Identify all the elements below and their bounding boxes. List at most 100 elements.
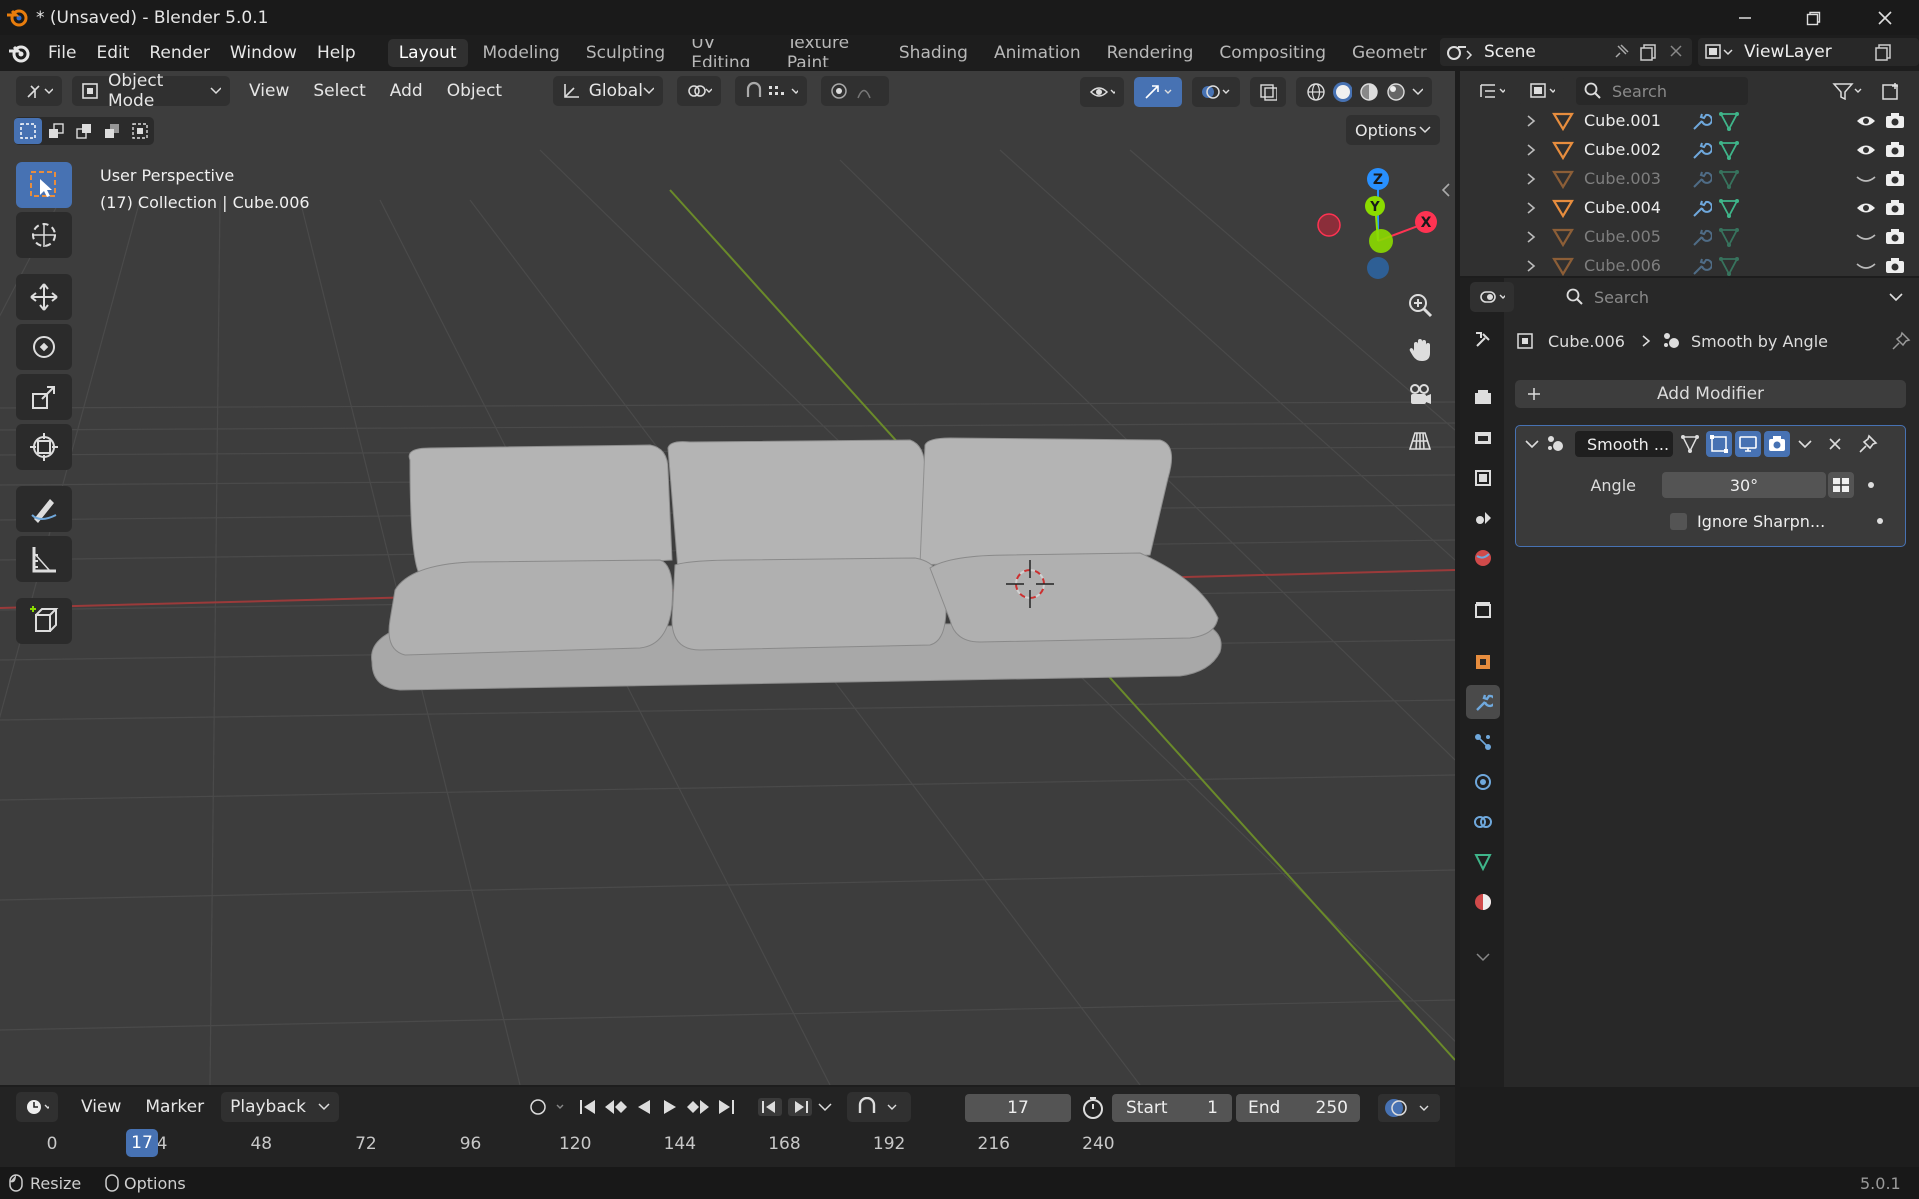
tab-texture-paint[interactable]: Texture Paint	[776, 39, 884, 67]
new-collection-icon[interactable]	[1871, 76, 1911, 106]
expand-arrow-icon[interactable]	[1526, 230, 1536, 244]
solid-shading-icon[interactable]	[1332, 81, 1353, 103]
select-intersect-icon[interactable]	[126, 122, 154, 140]
modifier-wrench-icon[interactable]	[1690, 198, 1712, 218]
visibility-selector[interactable]	[1080, 77, 1124, 107]
modifier-wrench-icon[interactable]	[1690, 169, 1712, 189]
render-camera-icon[interactable]	[1764, 431, 1790, 457]
move-tool[interactable]	[16, 274, 72, 320]
tab-sculpting[interactable]: Sculpting	[575, 39, 676, 67]
viewport-menu-view[interactable]: View	[240, 76, 298, 106]
menu-help[interactable]: Help	[307, 43, 366, 63]
realtime-display-icon[interactable]	[1735, 431, 1761, 457]
particles-tab-icon[interactable]	[1466, 725, 1500, 759]
menu-render[interactable]: Render	[139, 43, 220, 63]
camera-view-icon[interactable]	[1400, 375, 1440, 415]
tab-modeling[interactable]: Modeling	[472, 39, 571, 67]
select-subtract-icon[interactable]	[70, 122, 98, 140]
options-dropdown[interactable]: Options	[1346, 115, 1440, 145]
outliner-editor-type[interactable]	[1470, 76, 1514, 106]
expand-arrow-icon[interactable]	[1526, 201, 1536, 215]
physics-tab-icon[interactable]	[1466, 765, 1500, 799]
keyframe-dot-icon[interactable]	[1877, 518, 1883, 524]
outliner-search-input[interactable]: Search	[1576, 77, 1748, 105]
outliner-item[interactable]: Cube.005	[1460, 222, 1919, 251]
expand-arrow-icon[interactable]	[1526, 172, 1536, 186]
collection-tab-icon[interactable]	[1466, 593, 1500, 627]
camera-render-icon[interactable]	[1885, 257, 1905, 275]
mesh-data-icon[interactable]	[1718, 256, 1740, 276]
ignore-sharpness-checkbox[interactable]	[1670, 512, 1687, 530]
eye-closed-icon[interactable]	[1855, 229, 1877, 245]
3d-viewport[interactable]	[0, 71, 1455, 1085]
camera-render-icon[interactable]	[1885, 199, 1905, 217]
add-cube-tool[interactable]	[16, 598, 72, 644]
on-cage-icon[interactable]	[1677, 431, 1703, 457]
start-frame-field[interactable]: Start 1	[1112, 1094, 1232, 1122]
select-difference-icon[interactable]	[98, 122, 126, 140]
collapse-chevron-icon[interactable]	[1525, 439, 1539, 449]
auto-keying-toggle[interactable]	[529, 1098, 569, 1116]
modifier-wrench-icon[interactable]	[1690, 111, 1712, 131]
pin-icon[interactable]	[1891, 331, 1911, 351]
jump-start-icon[interactable]	[577, 1097, 599, 1117]
eye-closed-icon[interactable]	[1855, 171, 1877, 187]
zoom-icon[interactable]	[1400, 285, 1440, 325]
scene-selector[interactable]: Scene	[1440, 38, 1692, 66]
chevron-down-icon[interactable]	[1889, 292, 1903, 302]
editor-type-menu[interactable]	[16, 76, 62, 106]
end-frame-field[interactable]: End 250	[1236, 1094, 1360, 1122]
data-tab-icon[interactable]	[1466, 845, 1500, 879]
node-socket-icon[interactable]	[1828, 472, 1854, 498]
navigation-gizmo[interactable]: Z X Y	[1310, 163, 1440, 293]
viewport-menu-add[interactable]: Add	[381, 76, 432, 106]
edit-mode-icon[interactable]	[1706, 431, 1732, 457]
keyframe-dot-icon[interactable]	[1868, 482, 1874, 488]
mesh-data-icon[interactable]	[1718, 111, 1740, 131]
pin-icon[interactable]	[1858, 434, 1878, 454]
tab-rendering[interactable]: Rendering	[1096, 39, 1205, 67]
transform-orientation-selector[interactable]: Global	[553, 76, 664, 106]
timeline-menu-playback[interactable]: Playback	[221, 1092, 339, 1122]
tool-tab-icon[interactable]	[1466, 323, 1500, 357]
display-mode-selector[interactable]	[1520, 76, 1564, 106]
tab-compositing[interactable]: Compositing	[1208, 39, 1337, 67]
sidebar-toggle-icon[interactable]	[1440, 182, 1452, 198]
eye-icon[interactable]	[1855, 142, 1877, 158]
object-tab-icon[interactable]	[1466, 645, 1500, 679]
angle-value-field[interactable]: 30°	[1662, 472, 1826, 498]
tab-uv-editing[interactable]: UV Editing	[680, 39, 772, 67]
constraints-tab-icon[interactable]	[1466, 805, 1500, 839]
snap-toggle[interactable]	[735, 76, 808, 106]
tab-shading[interactable]: Shading	[888, 39, 979, 67]
modifier-wrench-icon[interactable]	[1690, 256, 1712, 276]
eye-icon[interactable]	[1855, 113, 1877, 129]
mode-selector[interactable]: Object Mode	[72, 71, 230, 111]
timeline-editor-type[interactable]	[16, 1092, 58, 1122]
mesh-data-icon[interactable]	[1718, 198, 1740, 218]
scene-tab-icon[interactable]	[1466, 501, 1500, 535]
mesh-data-icon[interactable]	[1718, 227, 1740, 247]
add-modifier-button[interactable]: Add Modifier	[1515, 380, 1906, 408]
chevron-down-icon[interactable]	[1798, 439, 1812, 449]
menu-edit[interactable]: Edit	[86, 43, 139, 63]
play-icon[interactable]	[659, 1097, 681, 1117]
expand-arrow-icon[interactable]	[1526, 259, 1536, 273]
pan-hand-icon[interactable]	[1400, 330, 1440, 370]
jump-end-icon[interactable]	[715, 1097, 737, 1117]
output-tab-icon[interactable]	[1466, 421, 1500, 455]
delete-scene-icon[interactable]	[1668, 43, 1684, 59]
outliner-item[interactable]: Cube.003	[1460, 164, 1919, 193]
scale-tool[interactable]	[16, 374, 72, 420]
view-layer-tab-icon[interactable]	[1466, 461, 1500, 495]
camera-render-icon[interactable]	[1885, 228, 1905, 246]
next-keyframe-icon[interactable]	[685, 1097, 711, 1117]
snapping-toggle[interactable]	[846, 1092, 911, 1122]
maximize-button[interactable]	[1778, 0, 1848, 35]
xray-toggle[interactable]	[1250, 77, 1286, 107]
camera-render-icon[interactable]	[1885, 112, 1905, 130]
pin-icon[interactable]	[1612, 43, 1630, 61]
modifier-name-field[interactable]: Smooth ...	[1575, 431, 1673, 457]
timeline-menu-marker[interactable]: Marker	[136, 1092, 213, 1122]
play-reverse-icon[interactable]	[633, 1097, 655, 1117]
